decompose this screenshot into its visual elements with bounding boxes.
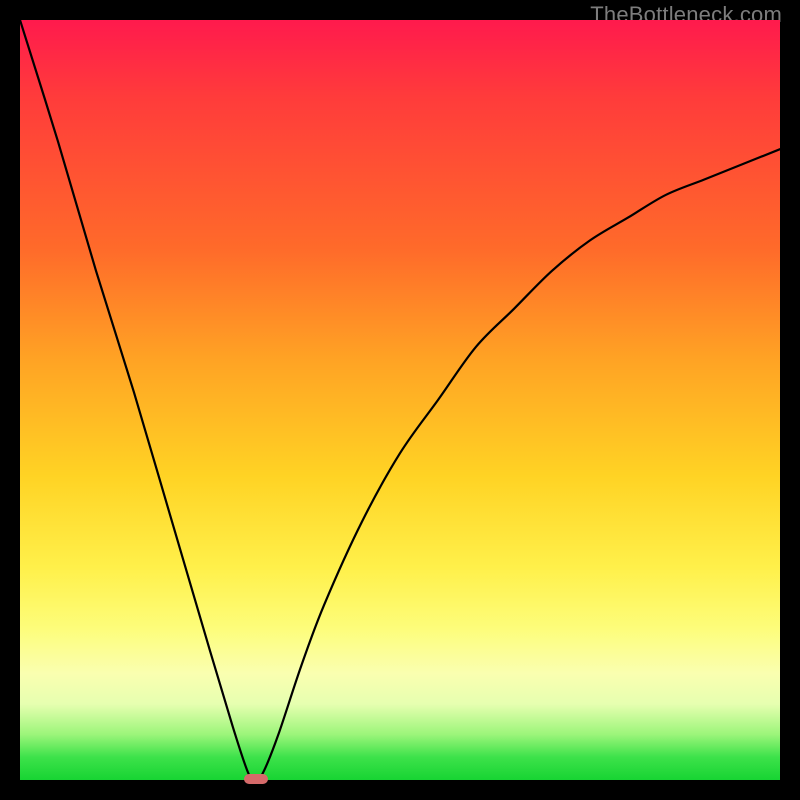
curve-svg [20, 20, 780, 780]
plot-area [20, 20, 780, 780]
chart-container: TheBottleneck.com [0, 0, 800, 800]
minimum-marker [244, 774, 268, 784]
bottleneck-curve [20, 20, 780, 780]
